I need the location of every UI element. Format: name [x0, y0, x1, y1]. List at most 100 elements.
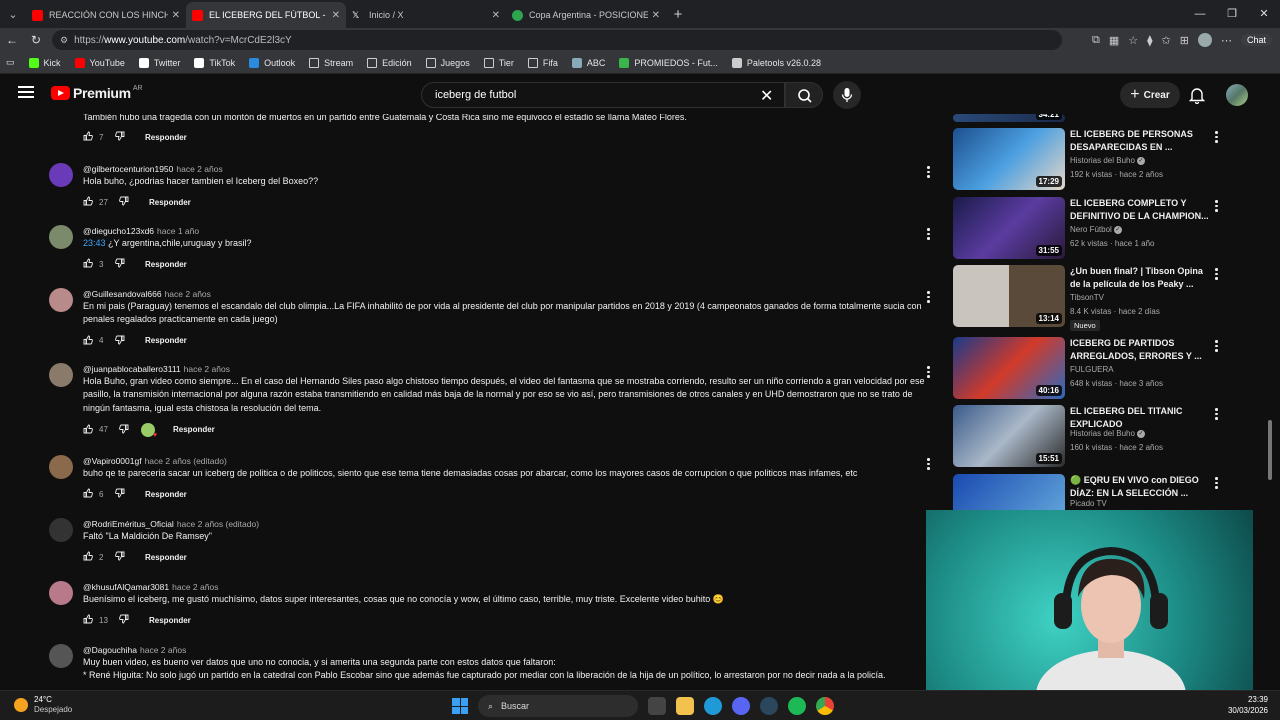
video-thumbnail[interactable]: 31:55	[953, 197, 1065, 259]
video-channel[interactable]: TibsonTV	[1070, 293, 1104, 302]
like-icon[interactable]	[83, 551, 93, 563]
close-tab-icon[interactable]: ✕	[492, 10, 500, 21]
weather-widget[interactable]: 24°C Despejado	[14, 695, 72, 715]
comment-author[interactable]: @Dagouchiha	[83, 645, 137, 655]
system-clock[interactable]: 23:39 30/03/2026	[1228, 694, 1268, 716]
avatar[interactable]	[49, 455, 73, 479]
comment-timestamp-link[interactable]: 23:43	[83, 238, 106, 248]
bookmark-4[interactable]: Outlook	[249, 57, 295, 68]
tab-0[interactable]: REACCIÓN CON LOS HINCHAS / R ✕	[26, 2, 186, 28]
comment-time[interactable]: hace 2 años	[176, 164, 222, 174]
tab-1[interactable]: EL ICEBERG DEL FÚTBOL - YouTub ✕	[186, 2, 346, 28]
dislike-icon[interactable]	[119, 614, 129, 626]
close-tab-icon[interactable]: ✕	[332, 10, 340, 21]
close-tab-icon[interactable]: ✕	[652, 10, 660, 21]
like-icon[interactable]	[83, 258, 93, 270]
reply-button[interactable]: Responder	[149, 198, 191, 207]
bookmark-7[interactable]: Juegos	[425, 57, 470, 68]
star-icon[interactable]: ☆	[1128, 34, 1138, 47]
avatar[interactable]	[49, 363, 73, 387]
avatar[interactable]	[49, 581, 73, 605]
comment-author[interactable]: @Guillesandoval666	[83, 289, 162, 299]
video-menu-icon[interactable]	[1215, 340, 1219, 354]
comment-time[interactable]: hace 1 año	[157, 226, 199, 236]
video-menu-icon[interactable]	[1215, 268, 1219, 282]
voice-search-button[interactable]	[833, 81, 861, 109]
comment-author[interactable]: @gilbertocenturion1950	[83, 164, 173, 174]
extensions-icon[interactable]: ⧫	[1147, 34, 1152, 47]
discord-icon[interactable]	[732, 697, 750, 715]
bookmark-2[interactable]: Twitter	[138, 57, 180, 68]
comment-time[interactable]: hace 2 años	[172, 582, 218, 592]
close-tab-icon[interactable]: ✕	[172, 10, 180, 21]
bookmark-1[interactable]: YouTube	[74, 57, 125, 68]
reload-icon[interactable]: ↻	[24, 33, 48, 47]
search-button[interactable]	[785, 82, 823, 108]
dislike-icon[interactable]	[115, 335, 125, 347]
like-icon[interactable]	[83, 614, 93, 626]
video-menu-icon[interactable]	[1215, 477, 1219, 491]
video-title[interactable]: 🟢 EQRU EN VIVO con DIEGO DÍAZ: EN LA SEL…	[1070, 474, 1210, 500]
dislike-icon[interactable]	[115, 258, 125, 270]
video-title[interactable]: ICEBERG DE PARTIDOS ARREGLADOS, ERRORES …	[1070, 337, 1210, 363]
reading-list-icon[interactable]: ▭	[6, 57, 15, 68]
avatar[interactable]	[49, 288, 73, 312]
create-button[interactable]: + Crear	[1120, 82, 1180, 108]
new-tab-button[interactable]: +	[666, 6, 690, 23]
translate-icon[interactable]: ⧉	[1092, 34, 1100, 47]
chrome-icon[interactable]	[816, 697, 834, 715]
bookmark-3[interactable]: TikTok	[194, 57, 235, 68]
bookmark-11[interactable]: PROMIEDOS - Fut...	[619, 57, 718, 68]
dislike-icon[interactable]	[115, 551, 125, 563]
file-explorer-icon[interactable]	[676, 697, 694, 715]
video-thumbnail[interactable]: 17:29	[953, 128, 1065, 190]
site-info-icon[interactable]: ⚙	[60, 35, 68, 46]
dislike-icon[interactable]	[115, 488, 125, 500]
video-thumbnail[interactable]: 13:14	[953, 265, 1065, 327]
close-window-icon[interactable]: ✕	[1248, 0, 1280, 28]
video-title[interactable]: EL ICEBERG DEL TITANIC EXPLICADO	[1070, 405, 1210, 431]
reply-button[interactable]: Responder	[145, 553, 187, 562]
tab-3[interactable]: Copa Argentina - POSICIONES, RE ✕	[506, 2, 666, 28]
reply-button[interactable]: Responder	[173, 425, 215, 434]
bookmark-5[interactable]: Stream	[309, 57, 353, 68]
comment-time[interactable]: hace 2 años	[165, 289, 211, 299]
bookmark-8[interactable]: Tier	[483, 57, 514, 68]
video-thumbnail[interactable]: 40:16	[953, 337, 1065, 399]
reply-button[interactable]: Responder	[145, 336, 187, 345]
comment-author[interactable]: @diegucho123xd6	[83, 226, 154, 236]
reply-button[interactable]: Responder	[145, 260, 187, 269]
video-thumbnail[interactable]: 34:21	[953, 114, 1065, 122]
task-view-icon[interactable]	[648, 697, 666, 715]
video-thumbnail[interactable]: 15:51	[953, 405, 1065, 467]
taskbar-search[interactable]: ⌕ Buscar	[478, 695, 638, 717]
bookmark-12[interactable]: Paletools v26.0.28	[731, 57, 821, 68]
video-channel[interactable]: FULGUERA	[1070, 365, 1114, 374]
menu-icon[interactable]	[18, 86, 34, 100]
bookmark-6[interactable]: Edición	[367, 57, 412, 68]
reply-button[interactable]: Responder	[145, 490, 187, 499]
copilot-chat-button[interactable]: Chat	[1240, 34, 1272, 46]
bookmark-0[interactable]: Kick	[28, 57, 61, 68]
maximize-icon[interactable]: ❐	[1216, 0, 1248, 28]
comment-author[interactable]: @juanpablocaballero3111	[83, 364, 181, 374]
comment-author[interactable]: @khusufAlQamar3081	[83, 582, 169, 592]
tab-search-menu[interactable]: ⌄	[0, 0, 26, 28]
comment-author[interactable]: @RodriEméritus_Oficial	[83, 519, 174, 529]
reply-button[interactable]: Responder	[145, 133, 187, 142]
scrollbar-thumb[interactable]	[1268, 420, 1272, 480]
windows-start-icon[interactable]	[452, 698, 468, 714]
video-channel[interactable]: Picado TV	[1070, 499, 1107, 508]
comment-time[interactable]: hace 2 años	[184, 364, 230, 374]
reply-button[interactable]: Responder	[149, 616, 191, 625]
minimize-icon[interactable]: —	[1184, 0, 1216, 28]
clear-search-icon[interactable]: ✕	[760, 86, 773, 106]
spotify-icon[interactable]	[788, 697, 806, 715]
avatar[interactable]	[49, 518, 73, 542]
video-title[interactable]: EL ICEBERG COMPLETO Y DEFINITIVO DE LA C…	[1070, 197, 1210, 223]
like-icon[interactable]	[83, 488, 93, 500]
video-channel[interactable]: Nero Fútbol ✓	[1070, 225, 1122, 234]
search-input[interactable]: iceberg de futbol	[421, 82, 785, 108]
dislike-icon[interactable]	[119, 196, 129, 208]
video-menu-icon[interactable]	[1215, 408, 1219, 422]
